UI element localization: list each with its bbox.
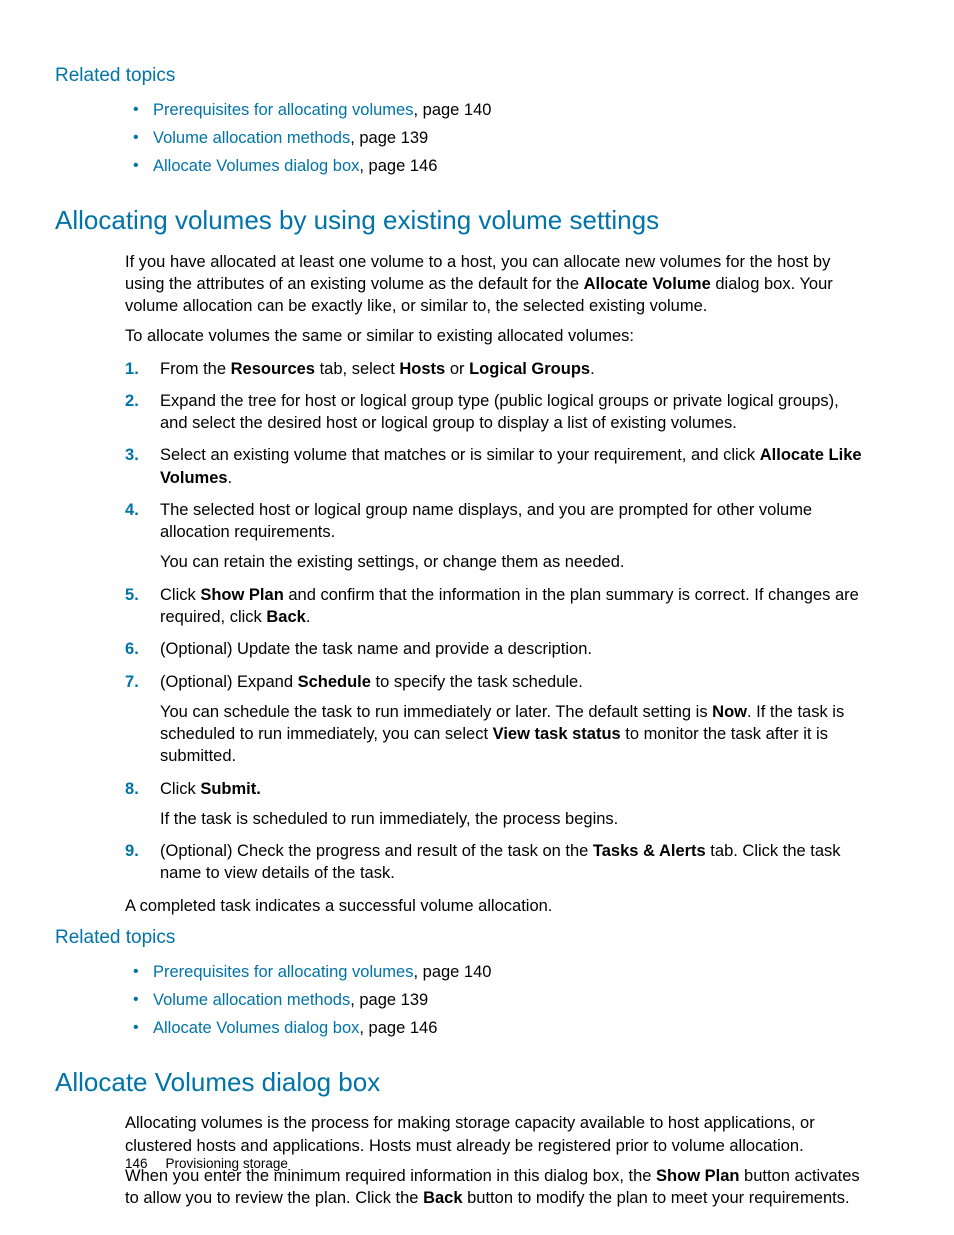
list-item: Volume allocation methods, page 139: [125, 989, 864, 1011]
text: You can schedule the task to run immedia…: [160, 703, 712, 721]
related-topics-heading: Related topics: [55, 925, 864, 951]
text: .: [306, 608, 311, 626]
link-methods[interactable]: Volume allocation methods: [153, 129, 350, 147]
section-heading-allocating: Allocating volumes by using existing vol…: [55, 203, 864, 238]
lead-text: To allocate volumes the same or similar …: [125, 325, 864, 347]
bold-text: Logical Groups: [469, 360, 590, 378]
list-item: Prerequisites for allocating volumes, pa…: [125, 99, 864, 121]
text: .: [228, 469, 233, 487]
closing-text: A completed task indicates a successful …: [125, 895, 864, 917]
sub-paragraph: You can retain the existing settings, or…: [160, 551, 864, 573]
page: Related topics Prerequisites for allocat…: [0, 0, 954, 1235]
bold-text: Tasks & Alerts: [593, 842, 706, 860]
related-topics-heading: Related topics: [55, 63, 864, 89]
link-suffix: , page 146: [359, 1019, 437, 1037]
bold-text: Submit.: [200, 780, 261, 798]
text: Click: [160, 780, 200, 798]
text: button to modify the plan to meet your r…: [463, 1189, 850, 1207]
sub-paragraph: If the task is scheduled to run immediat…: [160, 808, 864, 830]
bold-text: Now: [712, 703, 747, 721]
list-item: Volume allocation methods, page 139: [125, 127, 864, 149]
link-suffix: , page 139: [350, 991, 428, 1009]
bold-text: Back: [423, 1189, 462, 1207]
step: Expand the tree for host or logical grou…: [125, 390, 864, 435]
text: From the: [160, 360, 231, 378]
step: From the Resources tab, select Hosts or …: [125, 358, 864, 380]
link-prereq[interactable]: Prerequisites for allocating volumes: [153, 963, 413, 981]
list-item: Allocate Volumes dialog box, page 146: [125, 1017, 864, 1039]
step: (Optional) Check the progress and result…: [125, 840, 864, 885]
text: or: [445, 360, 469, 378]
text: to specify the task schedule.: [371, 673, 583, 691]
page-number: 146: [125, 1156, 148, 1171]
text: (Optional) Expand: [160, 673, 298, 691]
link-suffix: , page 139: [350, 129, 428, 147]
text: tab, select: [315, 360, 399, 378]
bold-text: Back: [266, 608, 305, 626]
bold-text: Schedule: [298, 673, 371, 691]
link-dialog[interactable]: Allocate Volumes dialog box: [153, 1019, 359, 1037]
section-heading-dialog: Allocate Volumes dialog box: [55, 1065, 864, 1100]
bold-text: Resources: [231, 360, 315, 378]
step: (Optional) Update the task name and prov…: [125, 638, 864, 660]
text: Select an existing volume that matches o…: [160, 446, 760, 464]
step: The selected host or logical group name …: [125, 499, 864, 574]
sub-paragraph: You can schedule the task to run immedia…: [160, 701, 864, 768]
list-item: Allocate Volumes dialog box, page 146: [125, 155, 864, 177]
step: (Optional) Expand Schedule to specify th…: [125, 671, 864, 768]
text: The selected host or logical group name …: [160, 501, 812, 541]
bold-text: Show Plan: [656, 1167, 739, 1185]
link-prereq[interactable]: Prerequisites for allocating volumes: [153, 101, 413, 119]
text: Click: [160, 586, 200, 604]
bold-text: Allocate Volume: [584, 275, 711, 293]
bold-text: View task status: [493, 725, 621, 743]
related-topics-list: Prerequisites for allocating volumes, pa…: [125, 99, 864, 178]
bold-text: Show Plan: [200, 586, 283, 604]
page-footer: 146 Provisioning storage: [125, 1155, 288, 1173]
chapter-name: Provisioning storage: [166, 1156, 288, 1171]
link-suffix: , page 140: [413, 963, 491, 981]
link-methods[interactable]: Volume allocation methods: [153, 991, 350, 1009]
step: Click Submit. If the task is scheduled t…: [125, 778, 864, 831]
step: Select an existing volume that matches o…: [125, 444, 864, 489]
link-dialog[interactable]: Allocate Volumes dialog box: [153, 157, 359, 175]
bold-text: Hosts: [399, 360, 445, 378]
text: .: [590, 360, 595, 378]
list-item: Prerequisites for allocating volumes, pa…: [125, 961, 864, 983]
steps-list: From the Resources tab, select Hosts or …: [125, 358, 864, 885]
intro-paragraph: If you have allocated at least one volum…: [125, 251, 864, 348]
paragraph: Allocating volumes is the process for ma…: [125, 1112, 864, 1157]
link-suffix: , page 140: [413, 101, 491, 119]
step: Click Show Plan and confirm that the inf…: [125, 584, 864, 629]
link-suffix: , page 146: [359, 157, 437, 175]
related-topics-list: Prerequisites for allocating volumes, pa…: [125, 961, 864, 1040]
text: (Optional) Check the progress and result…: [160, 842, 593, 860]
